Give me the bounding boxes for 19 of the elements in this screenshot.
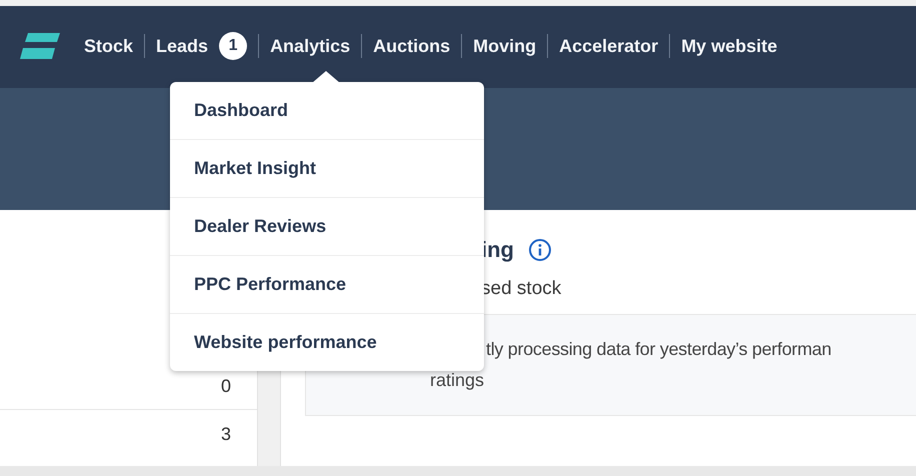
nav-link[interactable]: Accelerator	[559, 36, 658, 56]
logo-icon[interactable]	[20, 33, 60, 59]
notice-text: ratings	[430, 370, 486, 391]
nav-link[interactable]: Stock	[84, 36, 134, 56]
nav-link[interactable]: Moving	[473, 36, 536, 56]
menu-item[interactable]: Dashboard	[170, 82, 484, 140]
nav-link[interactable]: Auctions	[373, 36, 450, 56]
count-badge: 1	[219, 32, 248, 60]
menu-item[interactable]: Dealer Reviews	[170, 198, 484, 256]
menu-item[interactable]: PPC Performance	[170, 256, 484, 314]
info-icon[interactable]	[528, 238, 552, 262]
nav-link[interactable]: Analytics	[270, 36, 350, 56]
nav-link[interactable]: My website	[681, 36, 778, 56]
count-value: 0	[220, 376, 231, 398]
notice-text: tly processing data for yesterday’s performan	[486, 339, 832, 360]
nav-link[interactable]: Leads	[156, 36, 208, 56]
menu-item[interactable]: Market Insight	[170, 140, 484, 198]
count-value: 3	[220, 424, 231, 446]
menu-item[interactable]: Website performance	[170, 314, 484, 371]
